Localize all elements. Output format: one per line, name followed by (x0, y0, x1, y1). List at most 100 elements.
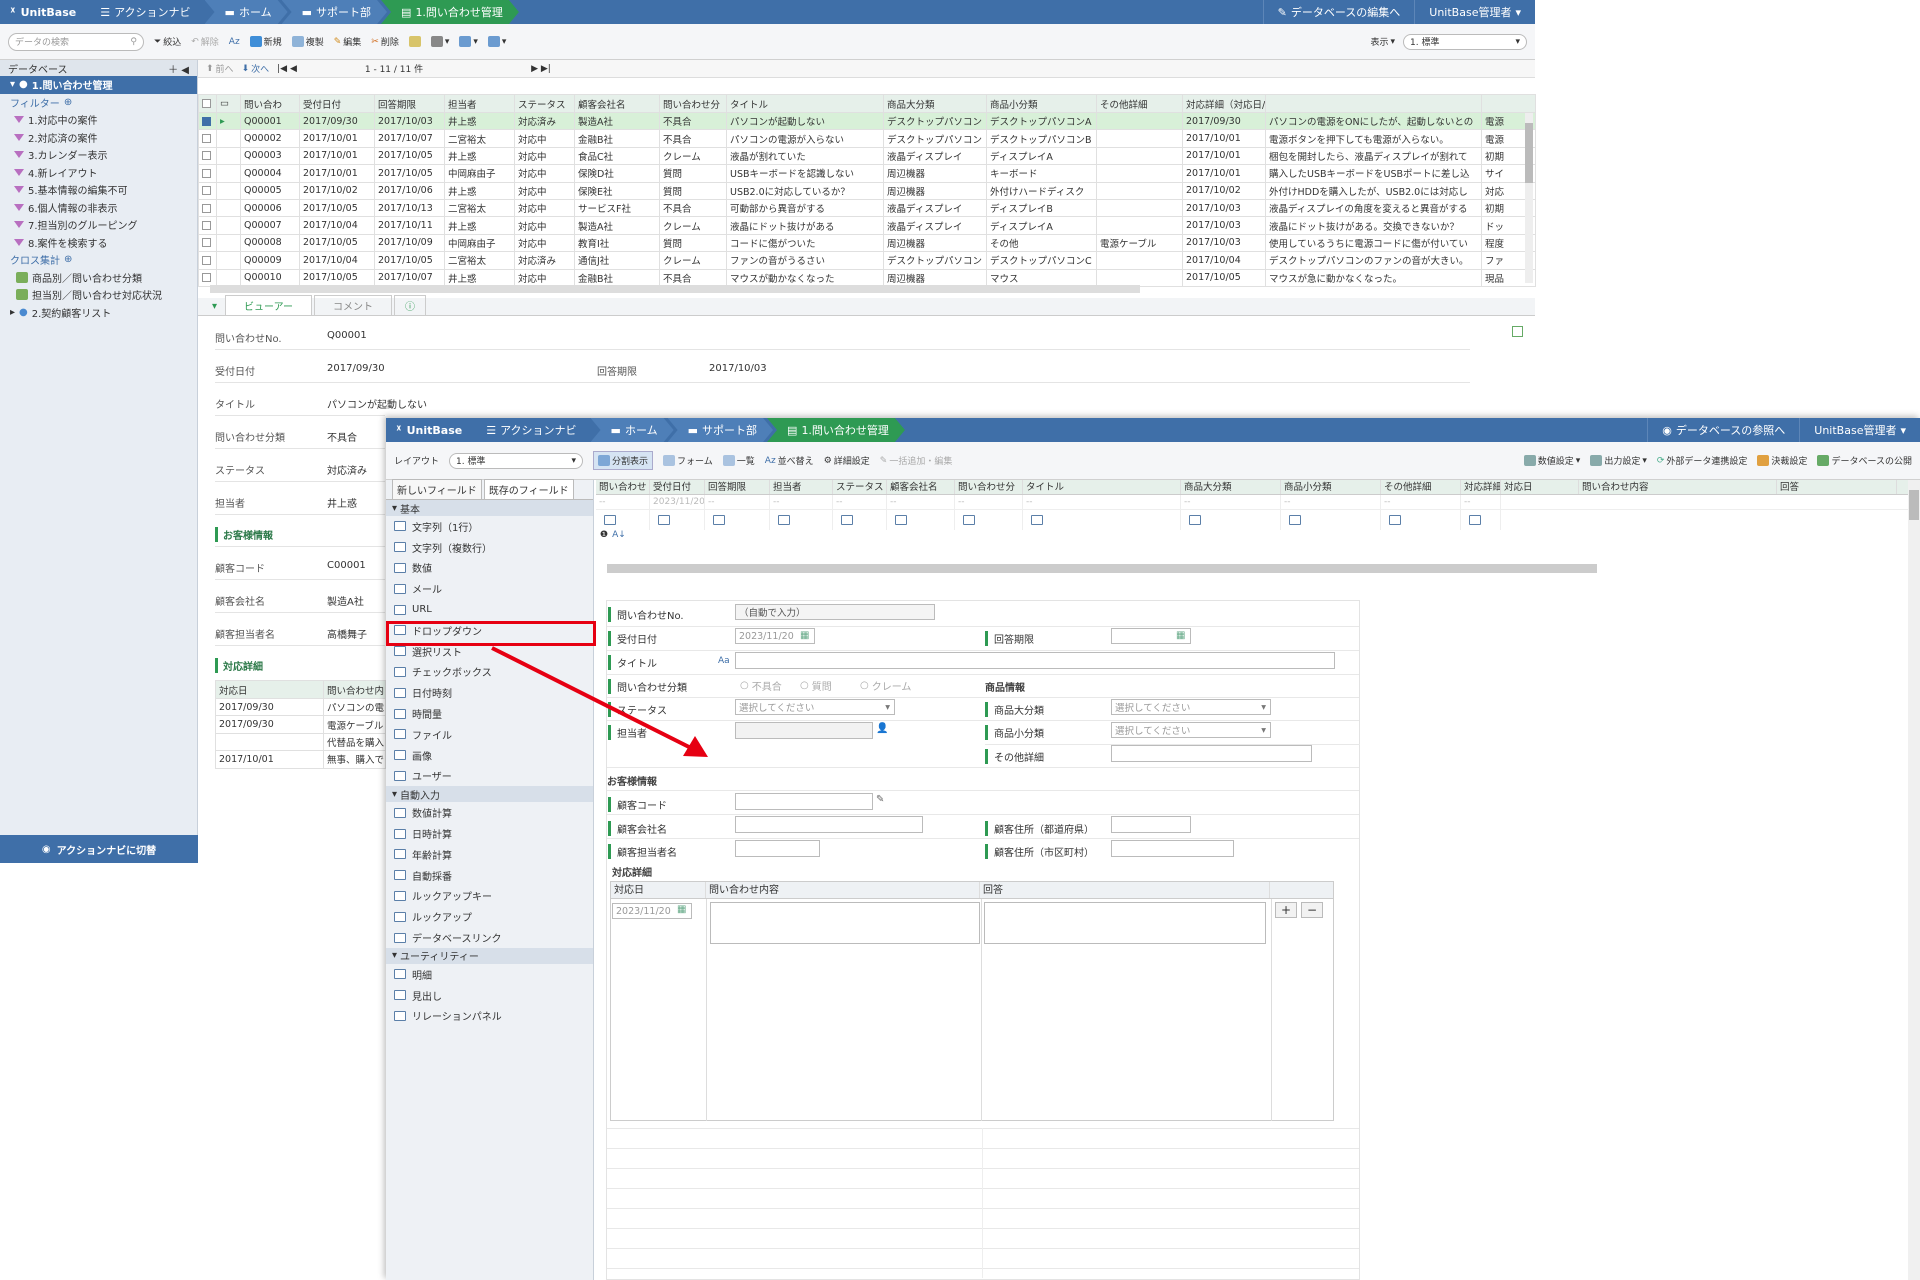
user-menu[interactable]: UnitBase管理者 ▾ (1414, 0, 1535, 24)
status-select[interactable]: 選択してください (735, 699, 895, 715)
palette-item[interactable]: 数値計算 (386, 802, 593, 823)
column-header[interactable]: タイトル (726, 94, 884, 113)
remove-row-button[interactable]: − (1301, 902, 1323, 918)
grid-hscrollbar[interactable] (210, 285, 1140, 293)
column-header[interactable]: 回答期限 (374, 94, 445, 113)
info-tab-icon[interactable]: ⓘ (394, 295, 427, 315)
title-input[interactable] (735, 652, 1335, 669)
grid-subcolumn-header[interactable]: 問い合わせ内容 (1579, 480, 1777, 494)
undo-button[interactable]: ↶ 解除 (191, 35, 219, 49)
db-edit-link[interactable]: ✎ データベースの編集へ (1262, 0, 1415, 24)
column-header[interactable]: その他詳細 (1096, 94, 1183, 113)
display-menu[interactable]: 表示 ▾ (1370, 35, 1395, 49)
crumb-db[interactable]: ▤ 1.問い合わせ管理 (381, 0, 519, 24)
sort-button[interactable]: Az (229, 37, 240, 47)
column-header[interactable]: 問い合わ (240, 94, 300, 113)
sidebar-filter-item[interactable]: 2.対応済の案件 (0, 129, 197, 147)
grid-subcolumn-header[interactable]: 回答 (1777, 480, 1897, 494)
calendar-icon[interactable]: ▦ (677, 904, 686, 915)
search-input[interactable]: データの検索 ⚲ (8, 32, 144, 51)
crumb-support[interactable]: ▬ サポート部 (282, 0, 387, 24)
sidebar-filter-item[interactable]: 1.対応中の案件 (0, 111, 197, 129)
grid-column-header[interactable]: タイトル (1023, 480, 1181, 494)
table-row[interactable]: Q00008 2017/10/05 2017/10/09 中岡麻由子 対応中 教育I社 質問… (198, 233, 1536, 253)
number-settings-button[interactable]: 数値設定 ▾ (1523, 454, 1580, 467)
palette-item[interactable]: 文字列（1行） (386, 516, 593, 537)
front-hscrollbar[interactable] (607, 564, 1597, 573)
row-checkbox[interactable] (198, 268, 217, 287)
cat-radio[interactable]: ○ 不具合 (740, 678, 782, 693)
column-header[interactable] (1265, 94, 1482, 113)
sidebar-filter-item[interactable]: 7.担当別のグルーピング (0, 216, 197, 234)
export-button[interactable]: ▾ (459, 36, 478, 47)
front-vscrollbar[interactable] (1908, 480, 1920, 1280)
row-checkbox[interactable] (198, 216, 217, 235)
action-navi[interactable]: ☰ アクションナビ (472, 422, 590, 438)
db-ref-link[interactable]: ◉ データベースの参照へ (1647, 418, 1799, 442)
publish-button[interactable]: データベースの公開 (1817, 454, 1912, 467)
tab-comment[interactable]: コメント (314, 295, 393, 315)
palette-section[interactable]: ▾ ユーティリティー (386, 947, 593, 964)
grid-vscrollbar[interactable] (1525, 113, 1533, 283)
palette-item[interactable]: メール (386, 578, 593, 599)
city-input[interactable] (1111, 840, 1234, 857)
detail-settings-button[interactable]: ⚙ 詳細設定 (824, 454, 870, 468)
palette-item[interactable]: 数値 (386, 558, 593, 579)
collapse-icon[interactable]: ▾ (206, 301, 223, 315)
action-navi[interactable]: ☰ アクションナビ (86, 4, 204, 20)
column-header[interactable] (1481, 94, 1536, 113)
crumb-home[interactable]: ▬ ホーム (591, 418, 674, 442)
palette-item[interactable]: 文字列（複数行） (386, 537, 593, 558)
palette-item[interactable]: 明細 (386, 964, 593, 985)
row-checkbox[interactable] (198, 181, 217, 200)
cat-radio[interactable]: ○ 質問 (800, 678, 832, 693)
palette-item[interactable]: 年齢計算 (386, 844, 593, 865)
copy-button[interactable]: 複製 (291, 35, 324, 48)
sidebar-db-selected[interactable]: ▾ ● 1.問い合わせ管理 (0, 76, 197, 94)
brand[interactable]: ᕁ UnitBase (0, 6, 86, 19)
print-button[interactable]: ▾ (430, 36, 449, 47)
action-switch-button[interactable]: ◉ アクションナビに切替 (0, 835, 198, 863)
user-menu[interactable]: UnitBase管理者 ▾ (1799, 418, 1920, 442)
table-row[interactable]: Q00002 2017/10/01 2017/10/07 二宮裕太 対応中 金融B社 不具合… (198, 129, 1536, 148)
sidebar-cross-item[interactable]: 商品別／問い合わせ分類 (0, 269, 197, 287)
grid-column-header[interactable]: ステータス (833, 480, 887, 494)
crumb-support[interactable]: ▬ サポート部 (668, 418, 773, 442)
row-checkbox[interactable] (198, 146, 217, 166)
table-row[interactable]: Q00010 2017/10/05 2017/10/07 井上惑 対応中 金融B社 不具合マ… (198, 268, 1536, 287)
layout-select[interactable]: 1. 標準 ▾ (449, 452, 584, 469)
form-button[interactable]: フォーム (663, 454, 713, 467)
grid-button[interactable] (408, 36, 421, 47)
grid-column-header[interactable]: その他詳細 (1381, 480, 1461, 494)
row-checkbox[interactable] (198, 198, 217, 218)
calendar-icon[interactable]: ▦ (1176, 630, 1185, 641)
palette-item[interactable]: データベースリンク (386, 927, 593, 948)
staff-input[interactable] (735, 722, 873, 739)
external-link-button[interactable]: ⟳ 外部データ連携設定 (1657, 454, 1748, 468)
table-row[interactable]: Q00007 2017/10/04 2017/10/11 井上惑 対応中 製造A社 クレーム… (198, 216, 1536, 235)
info-icon[interactable]: ❶ (600, 530, 608, 545)
column-header[interactable]: 商品小分類 (986, 94, 1097, 113)
sidebar-filter-item[interactable]: 3.カレンダー表示 (0, 146, 197, 164)
table-row[interactable]: Q00003 2017/10/01 2017/10/05 井上惑 対応中 食品C社 クレーム… (198, 146, 1536, 166)
column-header[interactable]: 担当者 (444, 94, 515, 113)
approval-button[interactable]: 決裁設定 (1757, 454, 1807, 467)
sidebar-db2[interactable]: ▸ ● 2.契約顧客リスト (0, 304, 197, 322)
sidebar-filter-item[interactable]: 8.案件を検索する (0, 234, 197, 252)
palette-section[interactable]: ▾ 基本 (386, 500, 593, 516)
grid-column-header[interactable]: 商品大分類 (1181, 480, 1281, 494)
user-picker-icon[interactable]: 👤 (876, 723, 888, 734)
table-row[interactable]: Q00006 2017/10/05 2017/10/13 二宮裕太 対応中 サービスF社不… (198, 198, 1536, 218)
last-page-button[interactable]: ▶ ▶| (531, 64, 551, 74)
grid-column-header[interactable]: 回答期限 (705, 480, 770, 494)
split-view-button[interactable]: 分割表示 (593, 451, 654, 470)
palette-item[interactable]: ルックアップキー (386, 886, 593, 907)
grid-column-header[interactable]: 担当者 (770, 480, 833, 494)
table-row[interactable]: ▸ Q00001 2017/09/30 2017/10/03 井上惑 対応済み 製造A社 不具… (198, 111, 1536, 131)
cat-radio[interactable]: ○ クレーム (860, 678, 911, 693)
resp-answer-textarea[interactable] (984, 902, 1266, 944)
tab-viewer[interactable]: ビューアー (225, 295, 313, 315)
row-checkbox[interactable] (198, 129, 217, 148)
sidebar-filter-item[interactable]: 4.新レイアウト (0, 164, 197, 182)
image-icon[interactable] (1512, 326, 1523, 337)
